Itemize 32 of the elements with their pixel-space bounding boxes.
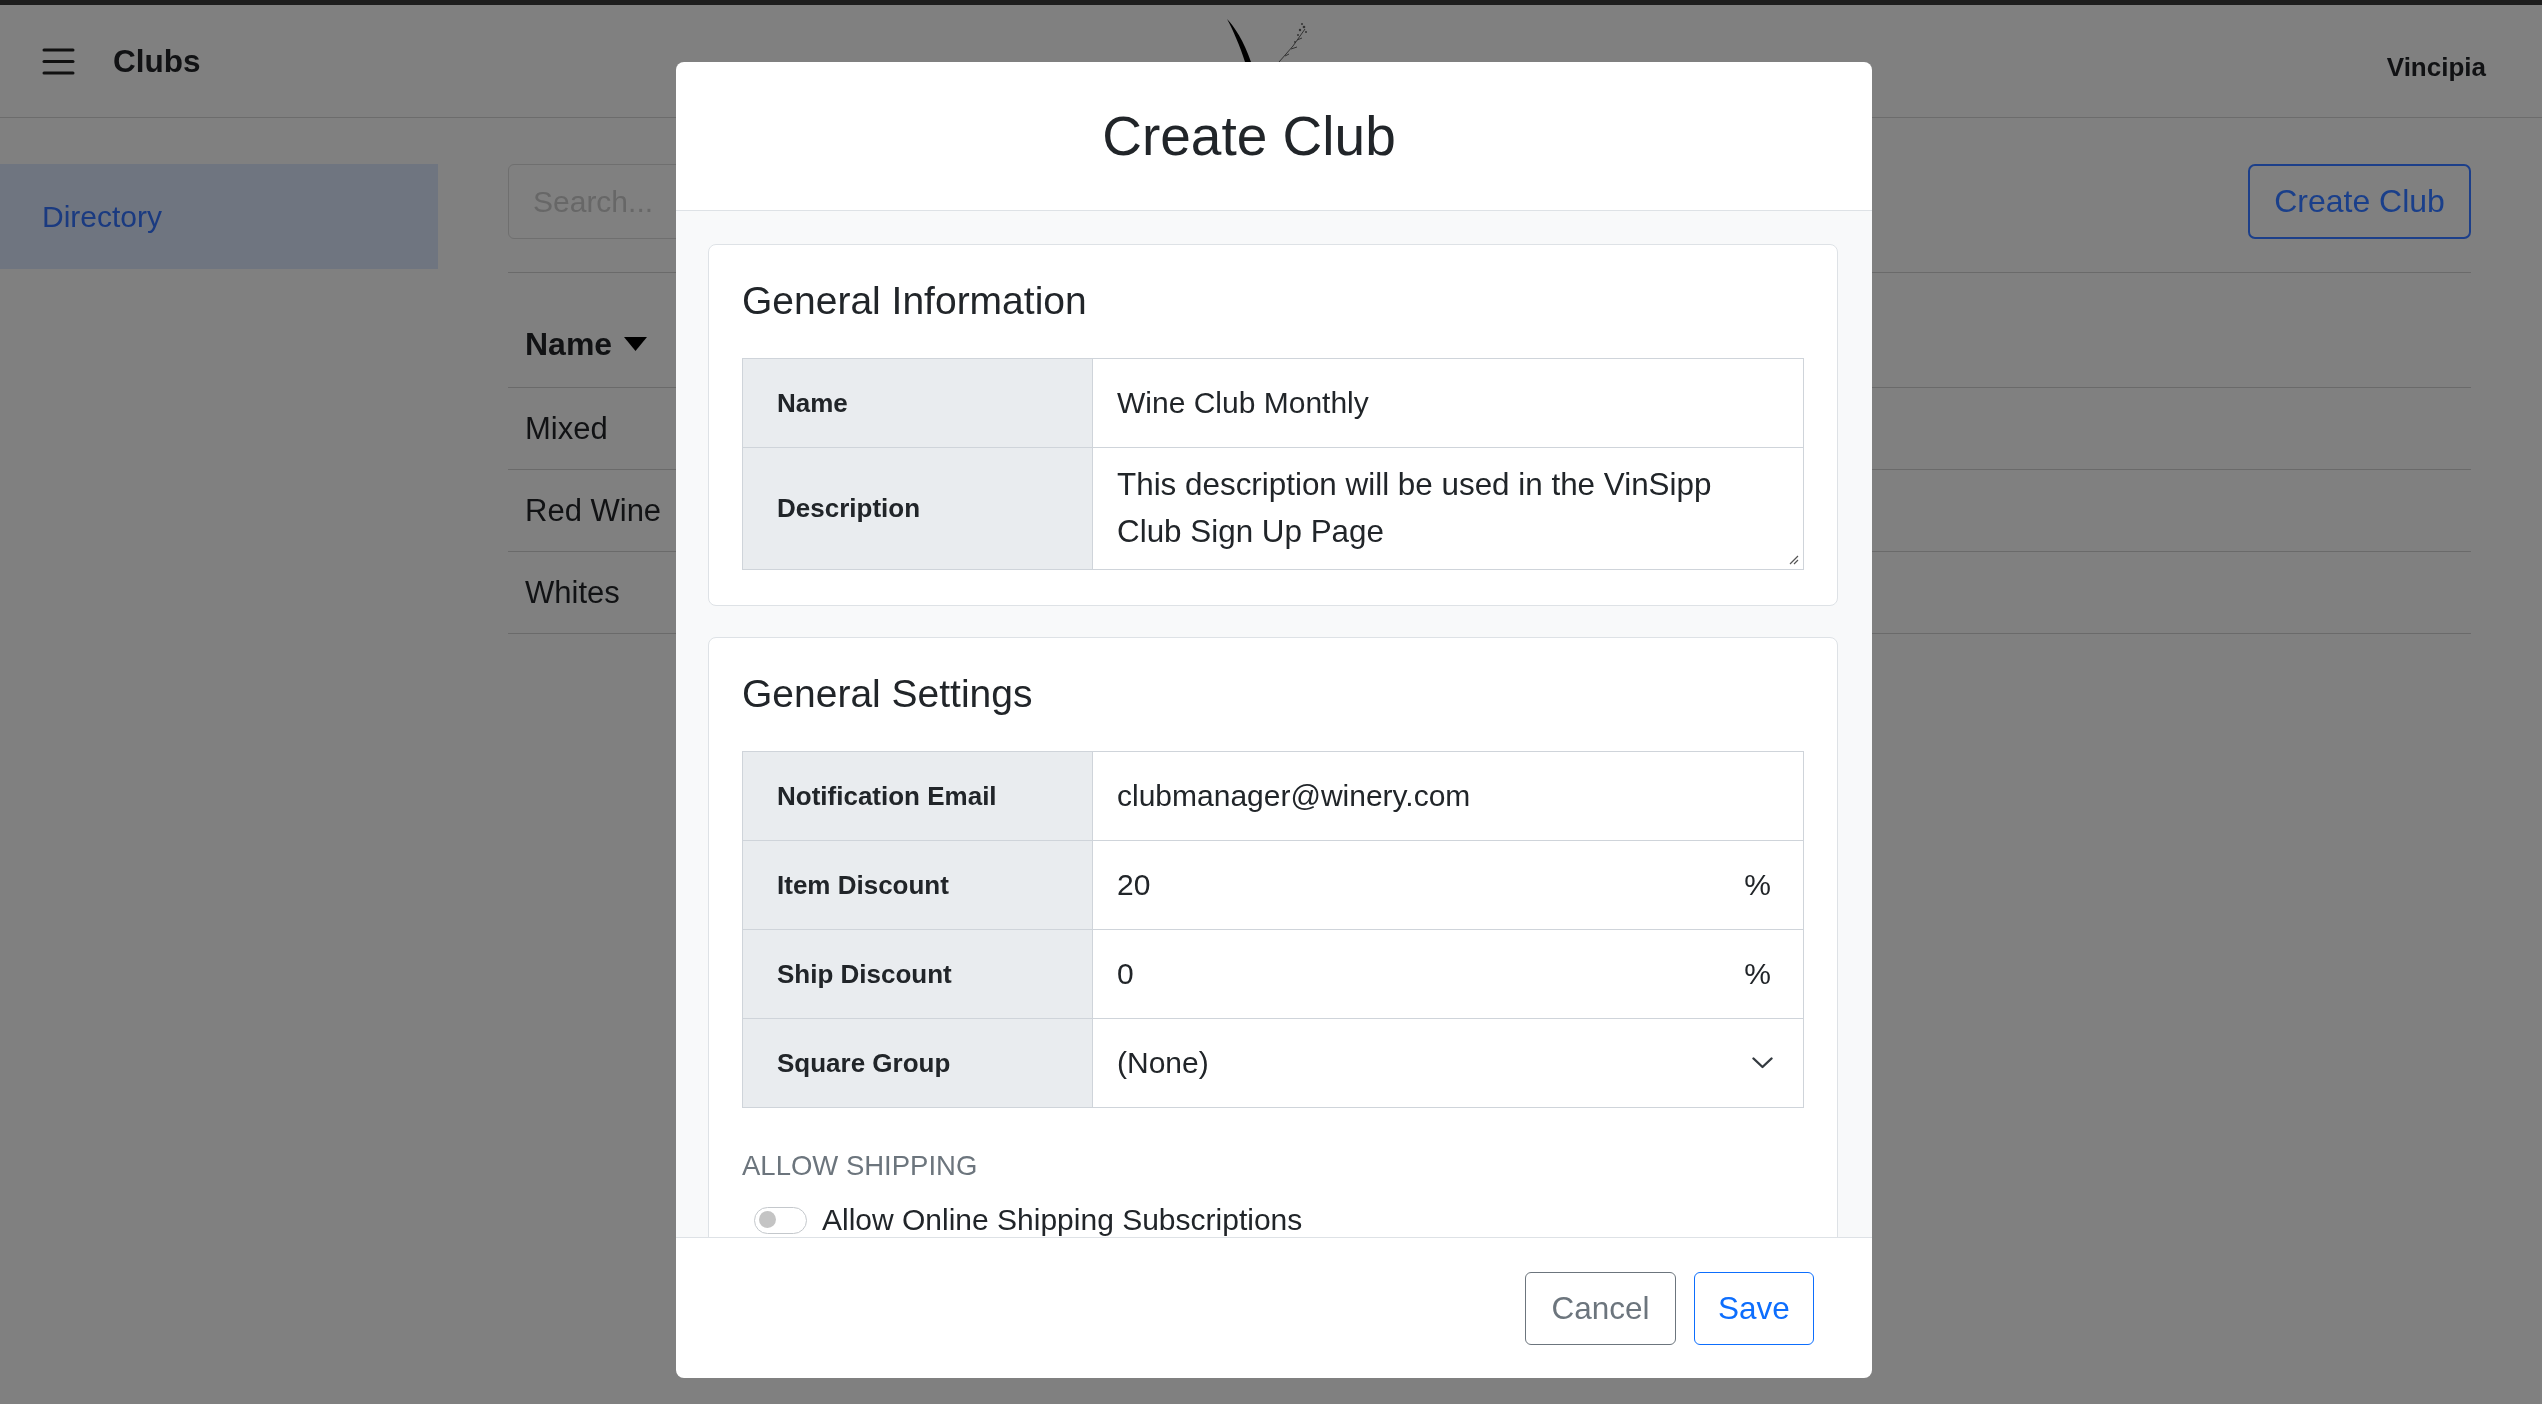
select-field[interactable]: (None) — [1093, 1019, 1803, 1107]
cancel-button[interactable]: Cancel — [1525, 1271, 1676, 1345]
input-field[interactable]: 0 — [1093, 930, 1733, 1018]
save-button[interactable]: Save — [1694, 1271, 1814, 1345]
resize-handle-icon[interactable] — [1788, 554, 1799, 565]
table-cell: Whites — [525, 574, 620, 611]
group-heading: ALLOW SHIPPING — [742, 1149, 979, 1183]
section-title: General Information — [742, 278, 1088, 324]
field-label: Notification Email — [743, 752, 1093, 840]
field-label: Name — [743, 359, 1093, 447]
field-label: Description — [743, 448, 1093, 569]
toggle-switch[interactable] — [754, 1206, 807, 1234]
table-cell: Mixed — [525, 410, 608, 447]
input-field[interactable]: 20 — [1093, 841, 1733, 929]
input-field[interactable]: Wine Club Monthly — [1093, 359, 1803, 447]
textarea-field[interactable]: This description will be used in the VinSipp Club Sign Up Page — [1093, 448, 1803, 569]
field-label: Item Discount — [743, 841, 1093, 929]
modal-title: Create Club — [1102, 104, 1396, 168]
account-name: Vincipia — [2386, 51, 2486, 83]
chevron-down-icon — [1752, 1057, 1773, 1069]
table-cell: Red Wine — [525, 492, 662, 529]
field-label: Ship Discount — [743, 930, 1093, 1018]
section-title: General Settings — [742, 671, 1034, 717]
page-title: Clubs — [113, 42, 201, 80]
unit-label: % — [1743, 956, 1772, 992]
menu-icon[interactable] — [42, 47, 75, 75]
field-label: Square Group — [743, 1019, 1093, 1107]
unit-label: % — [1743, 867, 1772, 903]
toggle-label: Allow Online Shipping Subscriptions — [822, 1203, 1303, 1237]
input-field[interactable]: clubmanager@winery.com — [1093, 752, 1803, 840]
sort-caret-icon[interactable] — [624, 337, 648, 351]
column-header[interactable]: Name — [525, 326, 613, 363]
